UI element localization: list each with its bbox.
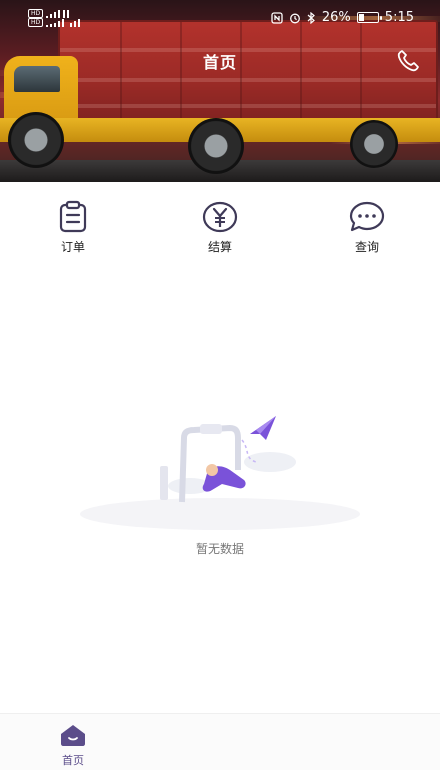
signal-strength-icon xyxy=(46,18,81,27)
signal-strength-icon xyxy=(46,9,70,18)
menu-label-settlement: 结算 xyxy=(207,240,232,254)
yuan-settlement-icon xyxy=(202,201,238,233)
sim1-badge: HD xyxy=(28,9,44,18)
truck-wheel xyxy=(350,120,398,168)
order-clipboard-icon xyxy=(59,200,87,233)
bottom-nav: 首页 xyxy=(0,713,440,770)
clock: 5:15 xyxy=(384,10,414,25)
alarm-icon xyxy=(289,13,300,23)
nav-item-home[interactable]: 首页 xyxy=(52,724,94,768)
quick-menu: 订单 结算 查询 xyxy=(0,200,440,260)
menu-label-query: 查询 xyxy=(354,240,379,254)
menu-item-query[interactable]: 查询 xyxy=(327,200,407,255)
sim2-badge: HD xyxy=(28,18,44,27)
header-banner: HD HD 26% 5:15 首页 xyxy=(0,0,440,182)
phone-icon[interactable] xyxy=(394,48,422,74)
empty-message: 暂无数据 xyxy=(195,542,244,556)
nav-label-home: 首页 xyxy=(62,754,84,767)
battery-icon xyxy=(356,12,382,23)
truck-wheel xyxy=(188,118,244,174)
nfc-icon xyxy=(271,11,283,24)
status-bar: HD HD 26% 5:15 xyxy=(0,0,440,34)
page-title: 首页 xyxy=(202,53,237,72)
menu-item-settlement[interactable]: 结算 xyxy=(180,200,260,255)
chat-query-icon xyxy=(349,201,385,232)
signal-indicators: HD HD xyxy=(28,9,86,27)
home-icon xyxy=(61,725,85,746)
truck-cargo-box xyxy=(58,20,438,126)
bluetooth-icon xyxy=(307,11,315,24)
menu-item-order[interactable]: 订单 xyxy=(33,200,113,255)
battery-percent: 26% xyxy=(321,10,351,25)
truck-wheel xyxy=(8,112,64,168)
menu-label-order: 订单 xyxy=(60,240,85,254)
empty-state-illustration xyxy=(80,416,360,530)
